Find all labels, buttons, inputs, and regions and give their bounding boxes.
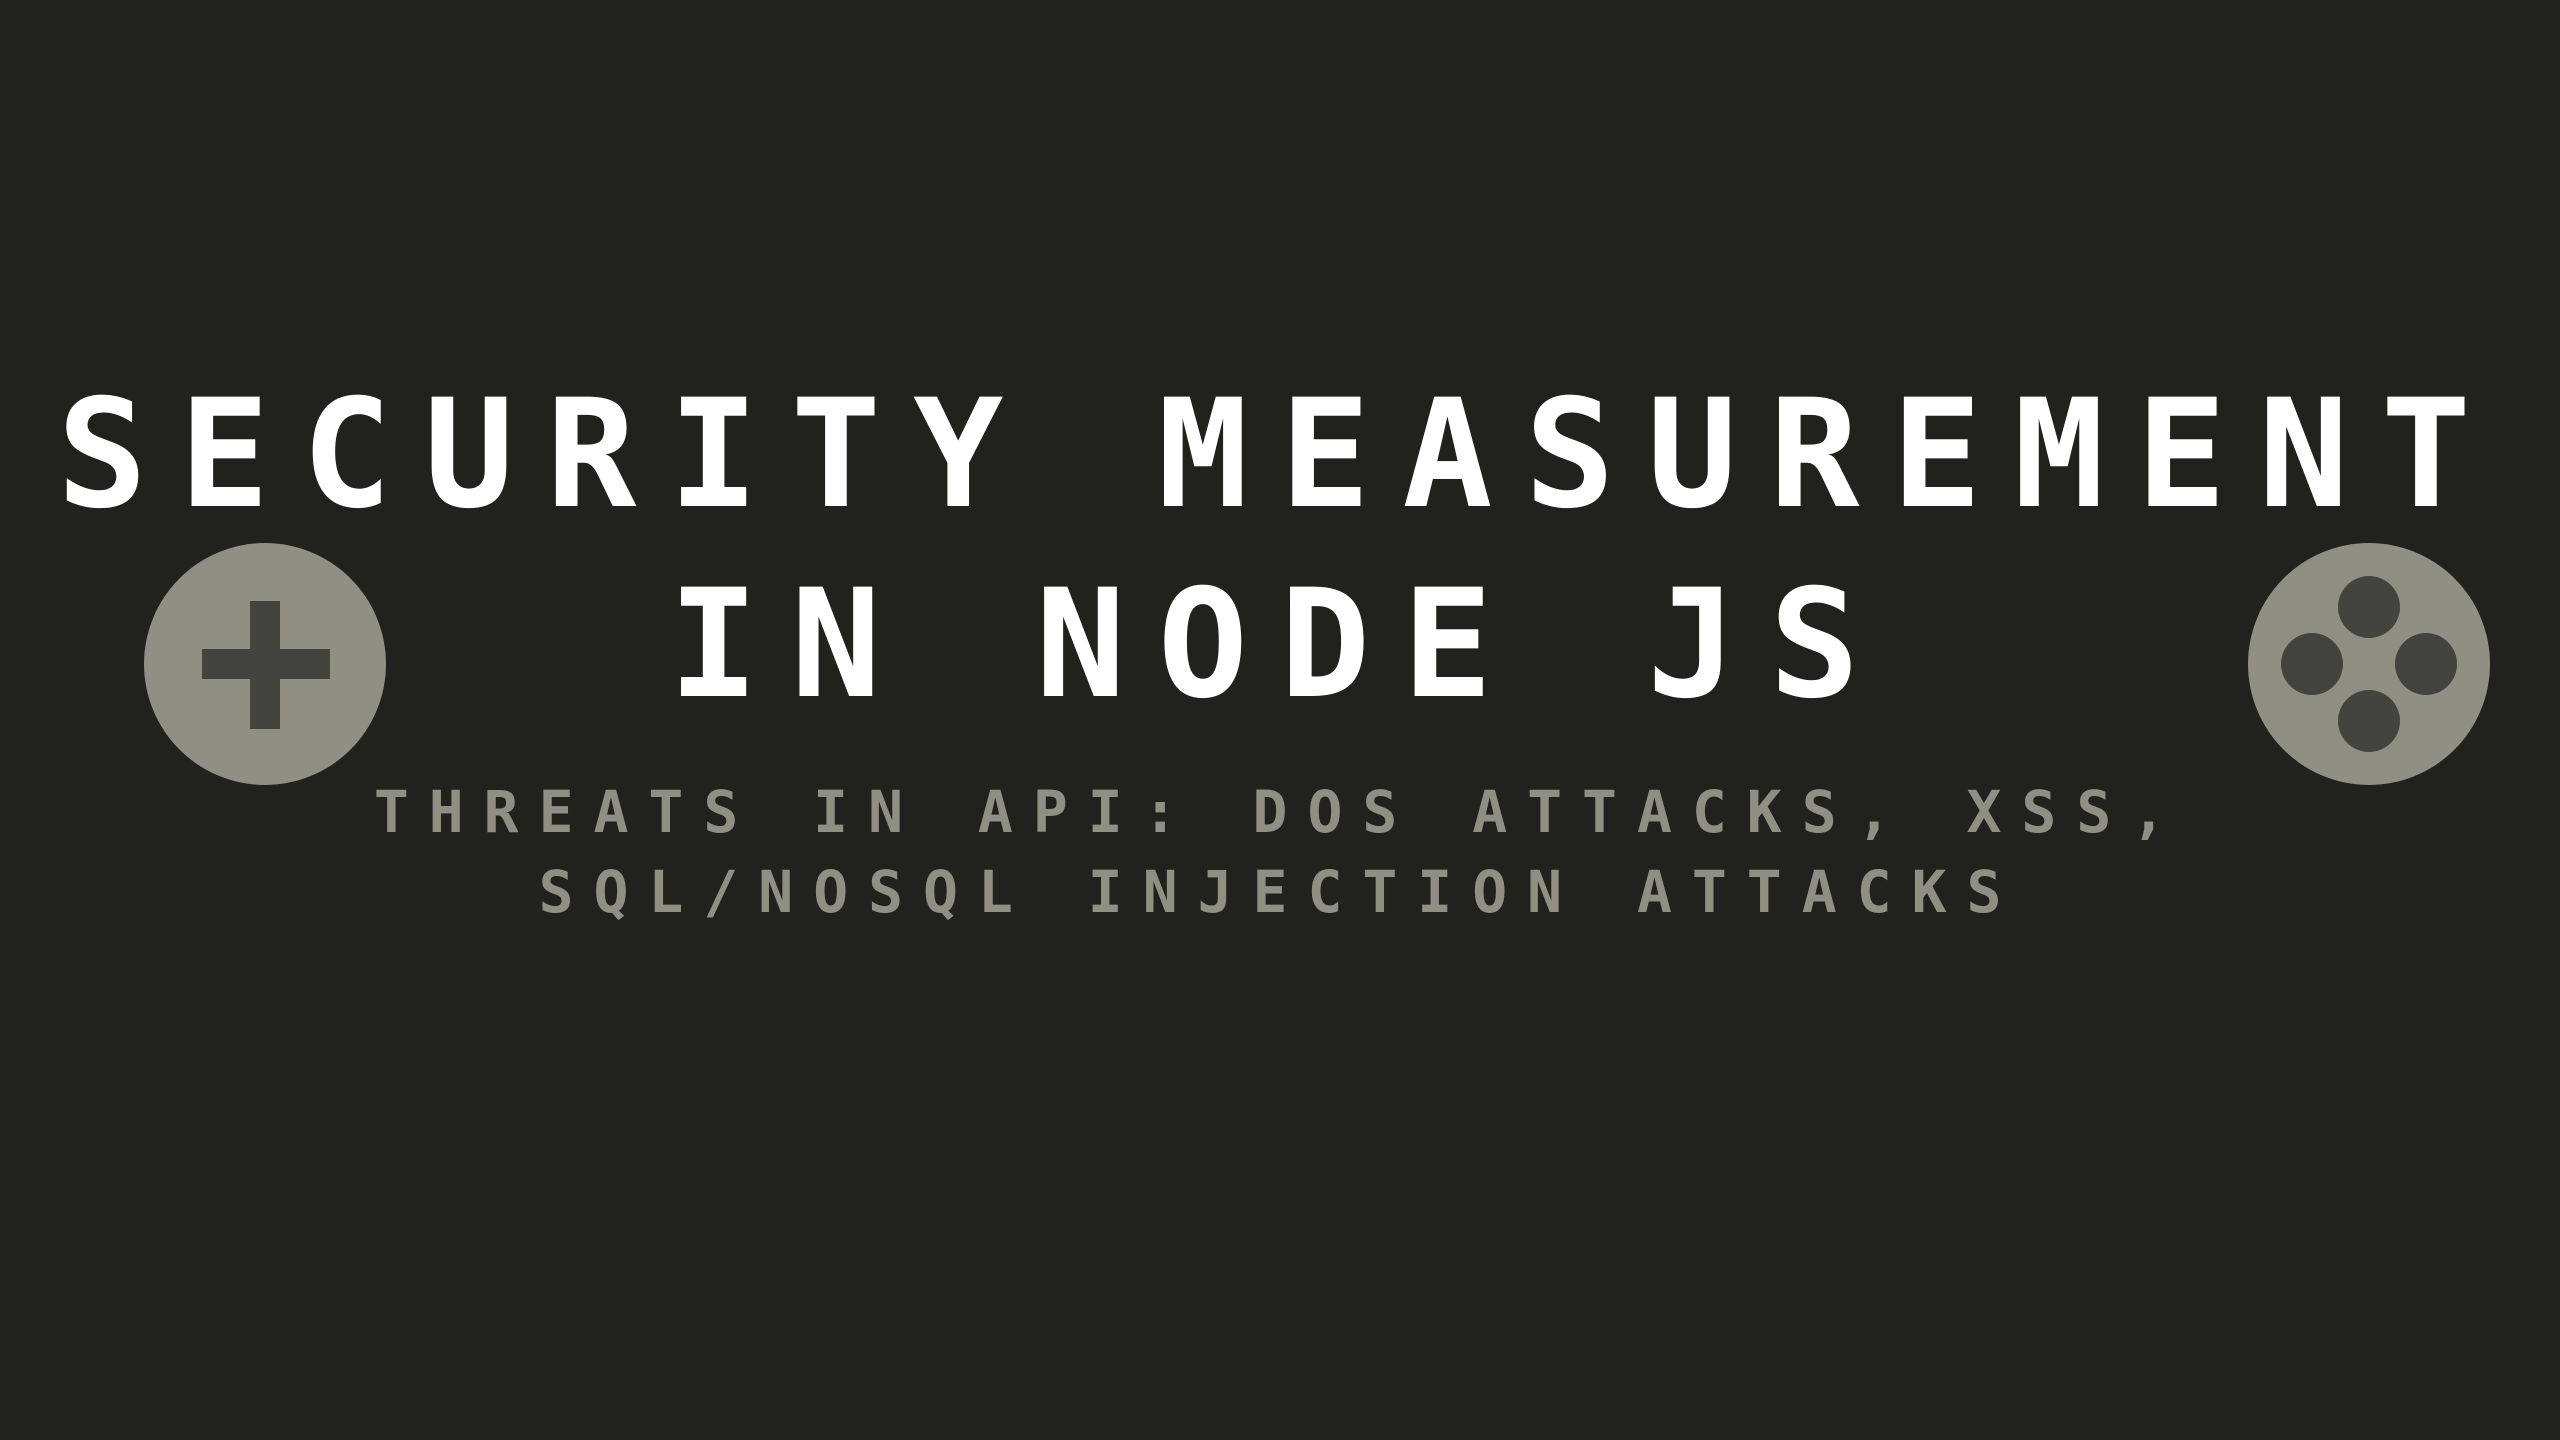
slide-subtitle: THREATS IN API: DOS ATTACKS, XSS, SQL/NO… [0,772,2560,932]
subtitle-line-2: SQL/NOSQL INJECTION ATTACKS [538,858,2022,926]
subtitle-line-1: THREATS IN API: DOS ATTACKS, XSS, [373,778,2187,846]
title-line-2: IN NODE JS [668,558,1892,732]
button-top-dot [2338,576,2400,638]
title-slide: SECURITY MEASUREMENT IN NODE JS THREATS … [0,0,2560,1440]
slide-title: SECURITY MEASUREMENT IN NODE JS [0,360,2560,740]
title-line-1: SECURITY MEASUREMENT [56,368,2504,542]
four-buttons-icon [2248,543,2490,785]
button-right-dot [2395,633,2457,695]
button-bottom-dot [2338,690,2400,752]
button-left-dot [2281,633,2343,695]
